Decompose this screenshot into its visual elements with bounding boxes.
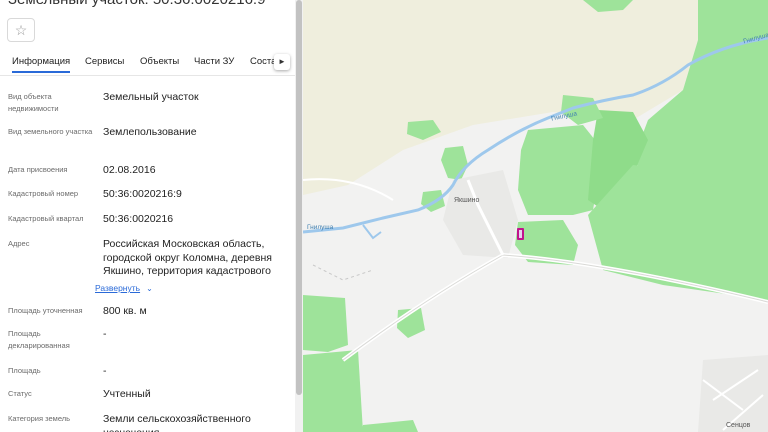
field-value: Учтенный (103, 388, 151, 400)
panel-title: Земельный участок: 50:36:0020216:9 (8, 0, 265, 8)
field-value: Земли сельскохозяйственного назначения (103, 413, 251, 432)
tab-information[interactable]: Информация (12, 56, 71, 73)
map-canvas (303, 0, 768, 432)
tabs-divider (0, 75, 295, 76)
field-label: Вид объекта недвижимости (8, 92, 59, 113)
river-label: Гнилуша (307, 224, 334, 231)
village-label: Якшино (454, 197, 480, 204)
field-label: Площадь уточненная (8, 306, 83, 315)
tab-services[interactable]: Сервисы (85, 56, 124, 67)
field-label: Площадь (8, 366, 41, 375)
address-expand-link[interactable]: Развернуть ⌄ (95, 283, 153, 293)
tab-composition[interactable]: Соста (250, 56, 276, 67)
field-label: Кадастровый квартал (8, 214, 84, 223)
forest-area (361, 420, 418, 432)
field-label: Кадастровый номер (8, 189, 79, 198)
forest-area (441, 146, 468, 180)
scrollbar-thumb[interactable] (296, 0, 302, 395)
field-value: - (103, 328, 107, 340)
field-label: Площадь декларированная (8, 329, 70, 350)
tabs-scroll-right-icon[interactable]: ► (274, 54, 290, 70)
river (362, 224, 382, 240)
forest-area (303, 350, 363, 432)
field-value: Землепользование (103, 126, 197, 138)
settlement-label: Сенцов (726, 422, 751, 429)
forest-area (303, 295, 348, 352)
chevron-down-icon: ⌄ (146, 284, 153, 293)
field-value: 800 кв. м (103, 305, 147, 317)
favorite-star-icon[interactable]: ☆ (7, 18, 35, 42)
field-value: Российская Московская область, городской… (103, 238, 272, 277)
field-value: Земельный участок (103, 91, 199, 103)
field-label: Адрес (8, 239, 30, 248)
field-label: Дата присвоения (8, 165, 68, 174)
field-value: 02.08.2016 (103, 164, 156, 176)
info-panel: Земельный участок: 50:36:0020216:9 ☆ Инф… (0, 0, 295, 432)
field-label: Статус (8, 389, 32, 398)
field-value: - (103, 365, 107, 377)
tab-land-parts[interactable]: Части ЗУ (194, 56, 234, 67)
field-label: Категория земель (8, 414, 71, 423)
tab-bar: Информация Сервисы Объекты Части ЗУ Сост… (0, 52, 295, 76)
tab-objects[interactable]: Объекты (140, 56, 179, 67)
field-label: Вид земельного участка (8, 127, 93, 136)
track (312, 264, 374, 281)
panel-scrollbar[interactable] (295, 0, 303, 432)
field-value[interactable]: 50:36:0020216:9 (103, 188, 285, 202)
field-value[interactable]: 50:36:0020216 (103, 213, 285, 227)
expand-label: Развернуть (95, 283, 141, 293)
map-view[interactable]: Гнилуша Гнилуша Гнилуша Якшино Сенцов (303, 0, 768, 432)
parcel-marker[interactable] (517, 228, 524, 240)
